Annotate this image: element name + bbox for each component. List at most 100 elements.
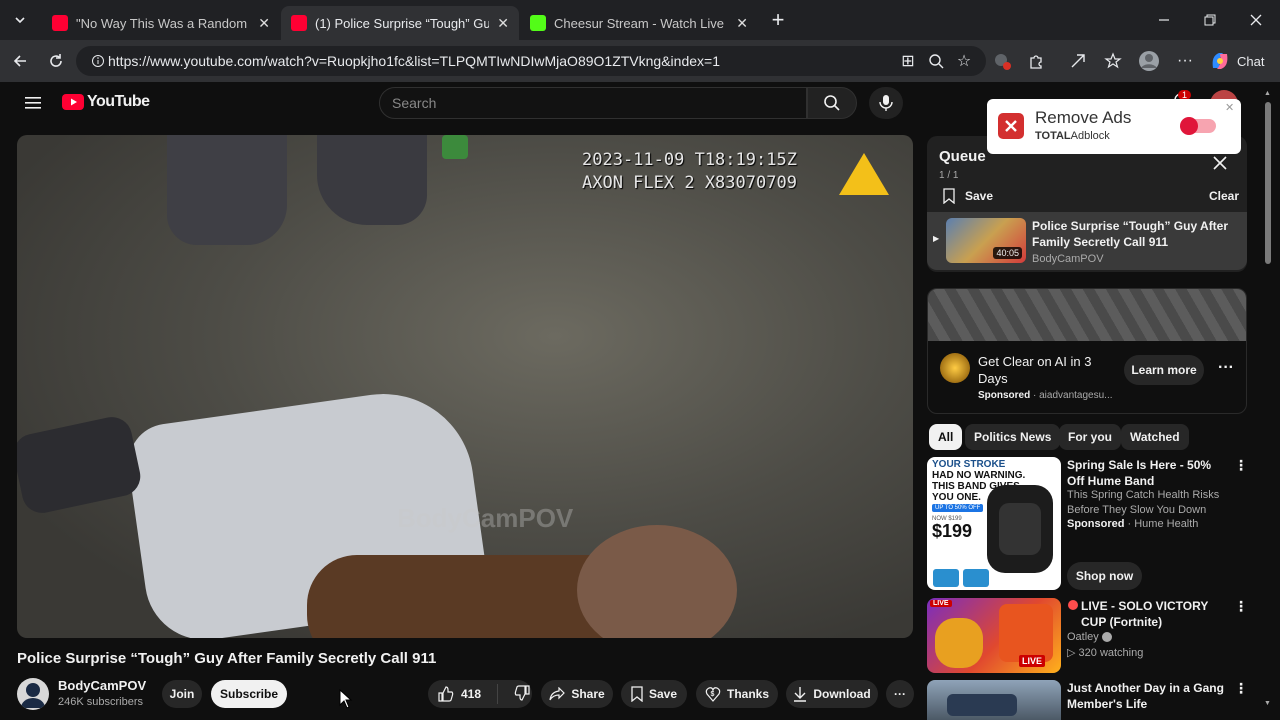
- sponsored-label: Sponsored: [1067, 518, 1125, 530]
- scroll-down-arrow-icon[interactable]: ▼: [1264, 700, 1271, 707]
- browser-tab-2-active[interactable]: (1) Police Surprise “Tough” Guy Af ✕: [281, 6, 519, 40]
- rec-channel-row: Oatley: [1067, 630, 1112, 645]
- reload-icon[interactable]: [42, 47, 70, 75]
- video-scene-shape: [577, 525, 737, 638]
- queue-item-title: Police Surprise “Tough” Guy After Family…: [1032, 219, 1229, 249]
- popup-close-icon[interactable]: ✕: [1225, 101, 1234, 114]
- popup-brand-bold: TOTAL: [1035, 130, 1071, 142]
- hume-ad-thumbnail[interactable]: YOUR STROKE HAD NO WARNING. THIS BAND GI…: [927, 457, 1061, 590]
- rec-channel[interactable]: Oatley: [1067, 631, 1099, 643]
- ad-title: Get Clear on AI in 3 Days: [978, 354, 1092, 386]
- thanks-label: Thanks: [726, 687, 769, 701]
- learn-more-button[interactable]: Learn more: [1124, 355, 1204, 385]
- dislike-button[interactable]: [514, 684, 530, 704]
- rec-title[interactable]: Just Another Day in a Gang Member's Life: [1067, 680, 1227, 712]
- browser-toolbar: https://www.youtube.com/watch?v=Ruopkjho…: [0, 40, 1280, 82]
- join-button[interactable]: Join: [162, 680, 202, 708]
- youtube-logo[interactable]: YouTube: [62, 93, 150, 111]
- kick-favicon-icon: [530, 15, 546, 31]
- live-dot-icon: [1068, 600, 1078, 610]
- zoom-icon[interactable]: [922, 47, 950, 75]
- queue-close-icon[interactable]: [1213, 156, 1227, 175]
- live-stream-thumbnail[interactable]: LIVE LIVE: [927, 598, 1061, 673]
- close-tab-icon[interactable]: ✕: [258, 15, 270, 32]
- rec-thumbnail[interactable]: [927, 680, 1061, 720]
- app-available-icon[interactable]: ⊞: [894, 47, 922, 75]
- hamburger-menu-icon[interactable]: [19, 89, 47, 117]
- search-icon: [824, 95, 840, 111]
- more-actions-button[interactable]: ···: [886, 680, 914, 708]
- like-button[interactable]: 418: [438, 686, 481, 702]
- scroll-up-arrow-icon[interactable]: ▲: [1264, 90, 1271, 97]
- video-player[interactable]: 2023-11-09 T18:19:15Z AXON FLEX 2 X83070…: [17, 135, 913, 638]
- copilot-icon: [1212, 53, 1228, 69]
- watching-count: 320 watching: [1078, 647, 1144, 659]
- rec-description: This Spring Catch Health Risks Before Th…: [1067, 489, 1220, 516]
- verified-check-icon: [1101, 632, 1112, 643]
- download-icon: [794, 687, 807, 702]
- popup-title: Remove Ads: [1035, 108, 1132, 127]
- rec-more-icon[interactable]: ⋮: [1234, 598, 1248, 615]
- search-button[interactable]: [807, 87, 857, 119]
- scrollbar-thumb[interactable]: [1265, 102, 1271, 264]
- queue-item[interactable]: ▶ 40:05 Police Surprise “Tough” Guy Afte…: [927, 212, 1247, 270]
- adblock-logo-icon: [998, 113, 1024, 139]
- rec-title[interactable]: LIVE - SOLO VICTORY CUP (Fortnite): [1081, 598, 1231, 630]
- rec-title[interactable]: Spring Sale Is Here - 50% Off Hume Band: [1067, 457, 1227, 489]
- thanks-button[interactable]: $ Thanks: [696, 680, 778, 708]
- split-screen-icon[interactable]: [1064, 47, 1092, 75]
- thanks-heart-dollar-icon: $: [705, 687, 721, 702]
- rec-more-icon[interactable]: ⋮: [1234, 457, 1248, 474]
- profile-avatar-icon[interactable]: [1135, 47, 1163, 75]
- minimize-window-icon[interactable]: [1150, 6, 1178, 34]
- remove-ads-toggle[interactable]: [1180, 117, 1216, 135]
- shop-now-button[interactable]: Shop now: [1067, 562, 1142, 590]
- new-tab-plus-icon[interactable]: +: [764, 6, 792, 34]
- share-button[interactable]: Share: [541, 680, 613, 708]
- video-scene-shape: [167, 135, 287, 245]
- ad-more-icon[interactable]: ···: [1218, 359, 1234, 377]
- more-menu-icon[interactable]: ···: [1171, 47, 1199, 75]
- close-tab-icon[interactable]: ✕: [736, 15, 748, 32]
- chip-all[interactable]: All: [929, 424, 963, 450]
- like-dislike-group: 418: [428, 680, 532, 708]
- share-icon: [549, 687, 566, 701]
- favorites-collection-icon[interactable]: [1099, 47, 1127, 75]
- copilot-chat-button[interactable]: Chat: [1209, 46, 1271, 76]
- close-tab-icon[interactable]: ✕: [497, 15, 509, 32]
- tab-search-chevron-icon[interactable]: [6, 6, 34, 34]
- channel-avatar[interactable]: [17, 678, 49, 710]
- site-info-icon[interactable]: [84, 47, 112, 75]
- download-label: Download: [813, 687, 871, 701]
- microphone-icon: [879, 95, 893, 111]
- address-bar-input[interactable]: https://www.youtube.com/watch?v=Ruopkjho…: [76, 46, 986, 76]
- band-image: [987, 485, 1053, 573]
- subscribe-button[interactable]: Subscribe: [211, 680, 287, 708]
- page-scrollbar[interactable]: ▲ ▼: [1264, 90, 1272, 712]
- close-window-icon[interactable]: [1242, 6, 1270, 34]
- search-input[interactable]: Search: [379, 87, 807, 119]
- sponsored-ad-card[interactable]: Get Clear on AI in 3 Days Sponsored · ai…: [927, 288, 1247, 414]
- voice-search-button[interactable]: [869, 87, 903, 119]
- back-arrow-icon[interactable]: [6, 47, 34, 75]
- chip-watched[interactable]: Watched: [1121, 424, 1189, 450]
- thumbs-down-icon: [514, 684, 530, 701]
- browser-tab-1[interactable]: "No Way This Was a Random Traffi ✕: [42, 6, 280, 40]
- favorite-star-icon[interactable]: ☆: [950, 47, 978, 75]
- queue-clear-button[interactable]: Clear: [1209, 189, 1239, 203]
- extensions-puzzle-icon[interactable]: [1022, 47, 1050, 75]
- shop-now-label: Shop now: [1075, 569, 1134, 583]
- chip-politics-news[interactable]: Politics News: [965, 424, 1061, 450]
- queue-save-button[interactable]: Save: [943, 188, 993, 204]
- download-button[interactable]: Download: [786, 680, 878, 708]
- subscriber-count: 246K subscribers: [58, 696, 143, 708]
- browser-tab-3[interactable]: Cheesur Stream - Watch Live on K ✕: [520, 6, 758, 40]
- thumb-line: HAD NO WARNING.: [932, 470, 1026, 481]
- rec-watching-row: ▷ 320 watching: [1067, 646, 1143, 661]
- save-button[interactable]: Save: [621, 680, 687, 708]
- chip-for-you[interactable]: For you: [1059, 424, 1121, 450]
- adblock-extension-icon[interactable]: [988, 47, 1016, 75]
- restore-window-icon[interactable]: [1196, 6, 1224, 34]
- rec-more-icon[interactable]: ⋮: [1234, 680, 1248, 697]
- channel-name[interactable]: BodyCamPOV: [58, 678, 146, 693]
